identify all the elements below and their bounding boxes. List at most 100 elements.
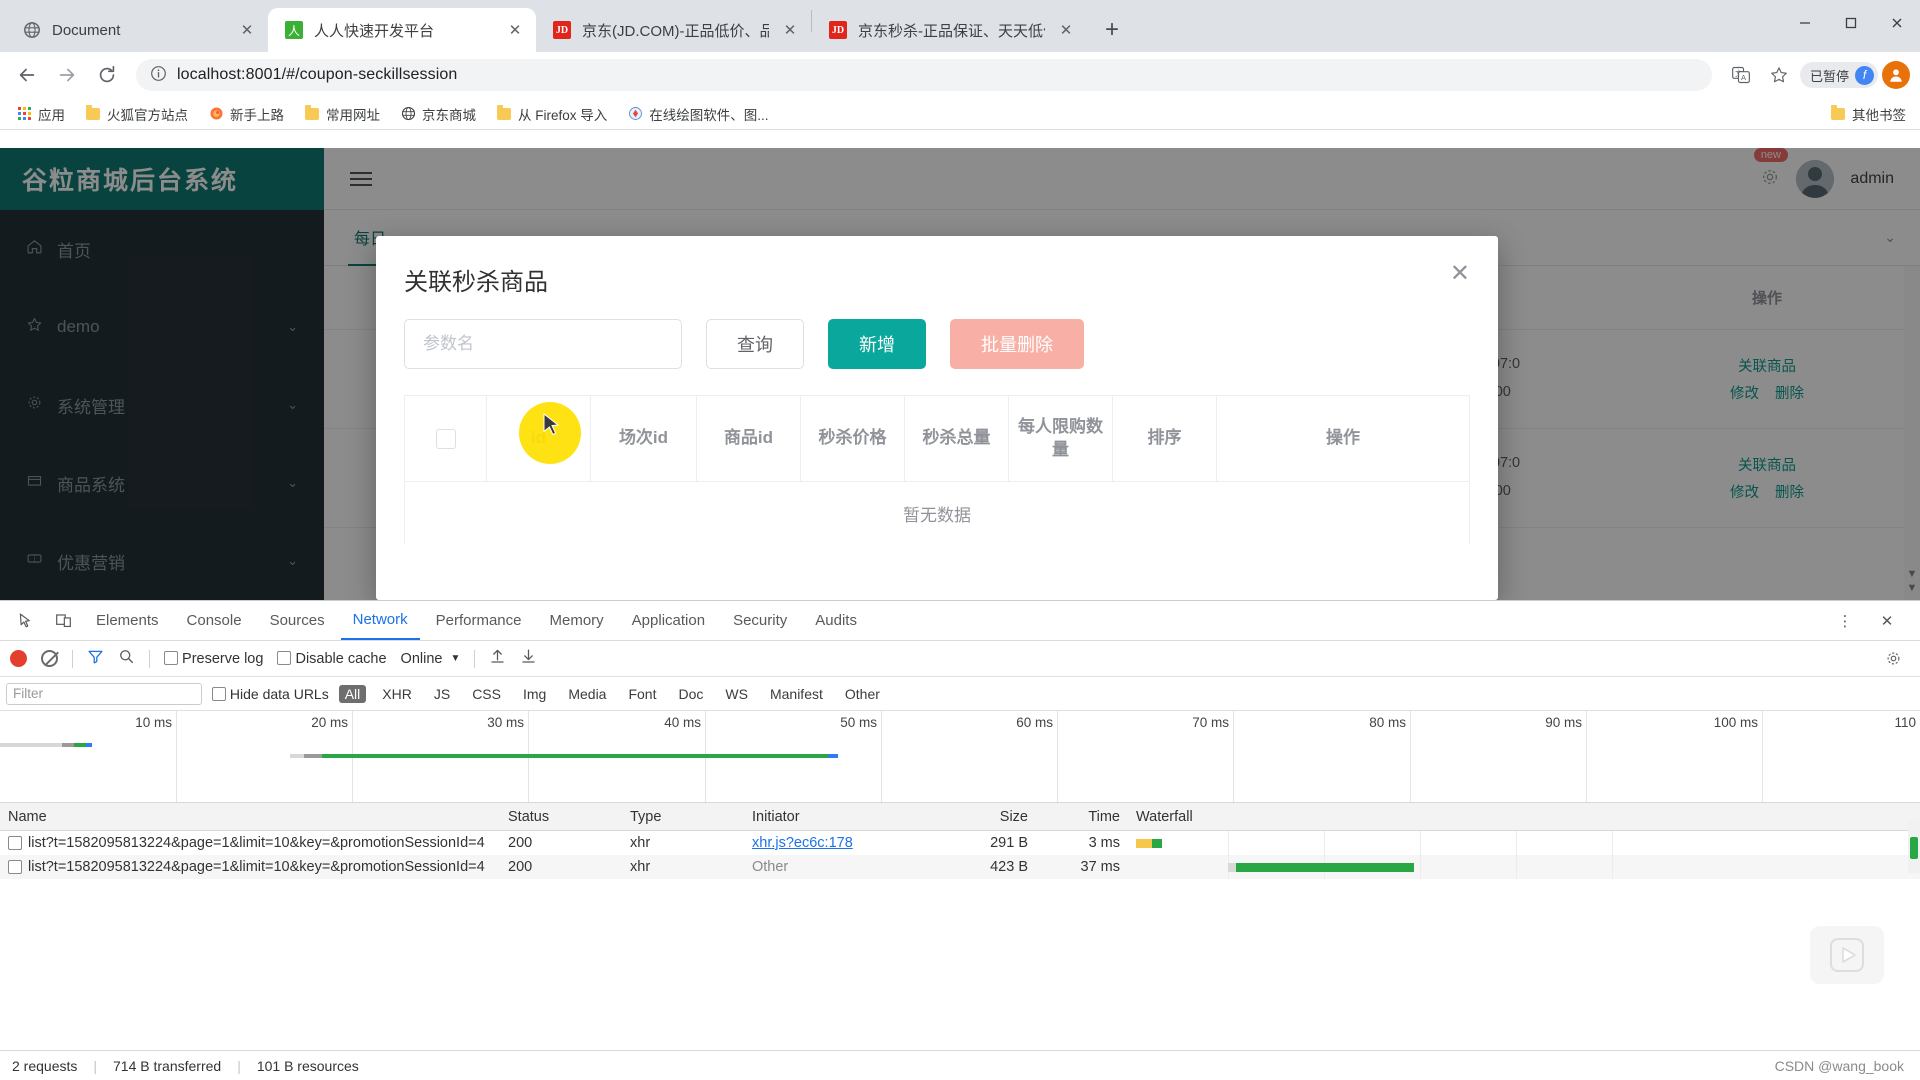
filter-type-js[interactable]: JS	[428, 685, 456, 703]
filter-type-ws[interactable]: WS	[719, 685, 754, 703]
overview-request-bar	[290, 754, 838, 758]
folder-icon	[496, 104, 512, 122]
tab-close-icon[interactable]: ✕	[504, 19, 526, 41]
filter-type-all[interactable]: All	[338, 684, 367, 703]
column-header-name[interactable]: Name	[0, 809, 500, 825]
paused-badge[interactable]: 已暂停 f	[1799, 62, 1878, 88]
filter-type-img[interactable]: Img	[517, 685, 552, 703]
new-tab-button[interactable]: +	[1095, 13, 1129, 47]
search-icon[interactable]	[118, 648, 135, 669]
tab-security[interactable]: Security	[721, 602, 799, 640]
hide-data-urls-checkbox[interactable]: Hide data URLs	[212, 686, 329, 702]
bookmark-online-diagram[interactable]: 在线绘图软件、图...	[619, 101, 776, 127]
reload-button[interactable]	[90, 58, 124, 92]
star-icon[interactable]	[1762, 58, 1796, 92]
add-button[interactable]: 新增	[828, 319, 926, 369]
filter-type-font[interactable]: Font	[622, 685, 662, 703]
browser-tab-2[interactable]: JD 京东(JD.COM)-正品低价、品质保 ✕	[536, 8, 811, 52]
network-request-row[interactable]: list?t=1582095813224&page=1&limit=10&key…	[0, 831, 1920, 855]
export-har-icon[interactable]	[520, 648, 537, 669]
request-size: 423 B	[990, 859, 1028, 875]
preserve-log-checkbox[interactable]: Preserve log	[164, 650, 263, 667]
window-minimize-button[interactable]	[1782, 0, 1828, 46]
column-header-seckill-total: 秒杀总量	[905, 396, 1009, 481]
bookmark-folder-firefox-site[interactable]: 火狐官方站点	[77, 101, 196, 127]
throttling-select[interactable]: Online ▼	[401, 651, 461, 667]
bookmark-folder-imported-from-firefox[interactable]: 从 Firefox 导入	[488, 101, 615, 127]
tab-elements[interactable]: Elements	[84, 602, 171, 640]
folder-icon	[85, 104, 101, 122]
tick-label: 40 ms	[664, 715, 701, 730]
tab-close-icon[interactable]: ✕	[236, 19, 258, 41]
search-input[interactable]	[404, 319, 682, 369]
close-icon[interactable]: ✕	[1450, 262, 1470, 286]
column-header-type[interactable]: Type	[622, 809, 744, 825]
devtools-scrollbar[interactable]	[1908, 819, 1920, 873]
profile-avatar[interactable]	[1882, 61, 1910, 89]
batch-delete-button[interactable]: 批量删除	[950, 319, 1084, 369]
column-header-size[interactable]: Size	[944, 809, 1036, 825]
tab-application[interactable]: Application	[620, 602, 717, 640]
request-size: 291 B	[990, 835, 1028, 851]
network-request-row[interactable]: list?t=1582095813224&page=1&limit=10&key…	[0, 855, 1920, 879]
network-toolbar: Preserve log Disable cache Online ▼	[0, 641, 1920, 677]
filter-type-doc[interactable]: Doc	[672, 685, 709, 703]
bookmark-jd-mall[interactable]: 京东商城	[392, 101, 484, 127]
toolbar-right-actions: 文A 已暂停 f	[1724, 58, 1910, 92]
column-header-status[interactable]: Status	[500, 809, 622, 825]
bookmark-folder-common-sites[interactable]: 常用网址	[296, 101, 388, 127]
filter-input[interactable]	[6, 682, 202, 705]
record-icon[interactable]	[10, 650, 27, 667]
filter-type-manifest[interactable]: Manifest	[764, 685, 829, 703]
tab-network[interactable]: Network	[340, 602, 420, 640]
tab-sources[interactable]: Sources	[258, 602, 337, 640]
clear-icon[interactable]	[41, 650, 58, 667]
tab-close-icon[interactable]: ✕	[1055, 19, 1077, 41]
throttling-value: Online	[400, 650, 443, 667]
network-overview-timeline[interactable]: 10 ms 20 ms 30 ms 40 ms 50 ms 60 ms 70 m…	[0, 711, 1920, 803]
tab-audits[interactable]: Audits	[803, 602, 869, 640]
devtools-panel: Elements Console Sources Network Perform…	[0, 600, 1920, 1080]
info-circle-icon[interactable]	[150, 65, 167, 86]
column-header-initiator[interactable]: Initiator	[744, 809, 944, 825]
forward-button[interactable]	[50, 58, 84, 92]
request-initiator[interactable]: xhr.js?ec6c:178	[744, 835, 944, 851]
more-options-icon[interactable]: ⋮	[1828, 606, 1862, 636]
address-bar[interactable]: localhost:8001/#/coupon-seckillsession	[136, 59, 1712, 91]
filter-type-xhr[interactable]: XHR	[376, 685, 418, 703]
select-all-checkbox[interactable]	[435, 428, 456, 449]
tab-close-icon[interactable]: ✕	[779, 19, 801, 41]
devtools-settings[interactable]	[1885, 650, 1910, 667]
close-icon[interactable]: ✕	[1870, 606, 1904, 636]
import-har-icon[interactable]	[489, 648, 506, 669]
disable-cache-checkbox[interactable]: Disable cache	[277, 650, 387, 667]
tab-memory[interactable]: Memory	[538, 602, 616, 640]
request-checkbox[interactable]	[8, 860, 22, 874]
translate-icon[interactable]: 文A	[1724, 58, 1758, 92]
bookmark-label: 应用	[38, 107, 65, 123]
back-button[interactable]	[10, 58, 44, 92]
bookmark-getting-started[interactable]: 新手上路	[200, 101, 292, 127]
column-header-waterfall[interactable]: Waterfall	[1128, 809, 1920, 825]
browser-tab-1[interactable]: 人 人人快速开发平台 ✕	[268, 8, 536, 52]
filter-type-media[interactable]: Media	[562, 685, 612, 703]
column-header-time[interactable]: Time	[1036, 809, 1128, 825]
window-close-button[interactable]	[1874, 0, 1920, 46]
filter-type-other[interactable]: Other	[839, 685, 886, 703]
browser-tab-3[interactable]: JD 京东秒杀-正品保证、天天低价、 ✕	[812, 8, 1087, 52]
browser-tab-0[interactable]: Document ✕	[6, 8, 268, 52]
inspect-icon[interactable]	[8, 606, 42, 636]
video-play-overlay-icon[interactable]	[1810, 926, 1884, 984]
request-checkbox[interactable]	[8, 836, 22, 850]
bookmarks-other-folder[interactable]: 其他书签	[1830, 104, 1912, 124]
device-toolbar-icon[interactable]	[46, 606, 80, 636]
tab-console[interactable]: Console	[175, 602, 254, 640]
filter-type-css[interactable]: CSS	[466, 685, 507, 703]
bookmark-apps[interactable]: 应用	[8, 101, 73, 127]
divider: |	[237, 1057, 241, 1074]
filter-icon[interactable]	[87, 648, 104, 669]
query-button[interactable]: 查询	[706, 319, 804, 369]
window-maximize-button[interactable]	[1828, 0, 1874, 46]
folder-icon	[1830, 104, 1846, 122]
tab-performance[interactable]: Performance	[424, 602, 534, 640]
